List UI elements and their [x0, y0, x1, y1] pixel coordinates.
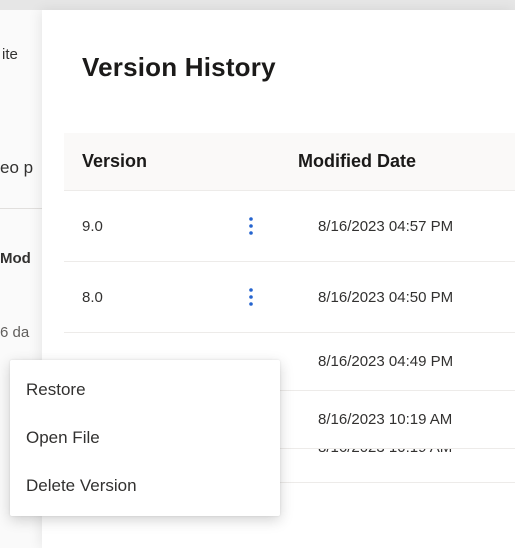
row-context-menu: Restore Open File Delete Version: [10, 360, 280, 516]
table-row: 9.0 8/16/2023 04:57 PM: [64, 191, 515, 262]
modified-date-cell: 8/16/2023 10:19 AM: [298, 449, 515, 456]
context-menu-restore[interactable]: Restore: [10, 366, 280, 414]
version-cell: 8.0: [82, 289, 238, 306]
bg-header-fragment: eo p: [0, 158, 33, 178]
bg-tab-fragment: ite: [0, 38, 18, 71]
modified-date-cell: 8/16/2023 04:50 PM: [298, 289, 515, 306]
modified-date-cell: 8/16/2023 04:49 PM: [298, 353, 515, 370]
modified-date-cell: 8/16/2023 04:57 PM: [298, 218, 515, 235]
row-actions-button[interactable]: [238, 211, 264, 241]
bg-divider: [0, 208, 42, 209]
background-top-bar: [0, 0, 515, 10]
panel-title: Version History: [42, 10, 515, 83]
column-header-modified-date[interactable]: Modified Date: [298, 151, 515, 172]
bg-row-value-fragment: 6 da: [0, 324, 29, 341]
modified-date-cell: 8/16/2023 10:19 AM: [298, 411, 515, 428]
version-cell: 9.0: [82, 218, 238, 235]
table-header-row: Version Modified Date: [64, 133, 515, 191]
row-actions-button[interactable]: [238, 282, 264, 312]
bg-column-label-fragment: Mod: [0, 250, 31, 267]
more-vertical-icon: [249, 217, 253, 235]
context-menu-open-file[interactable]: Open File: [10, 414, 280, 462]
table-row: 8.0 8/16/2023 04:50 PM: [64, 262, 515, 333]
more-vertical-icon: [249, 288, 253, 306]
context-menu-delete-version[interactable]: Delete Version: [10, 462, 280, 510]
column-header-version[interactable]: Version: [82, 151, 298, 172]
